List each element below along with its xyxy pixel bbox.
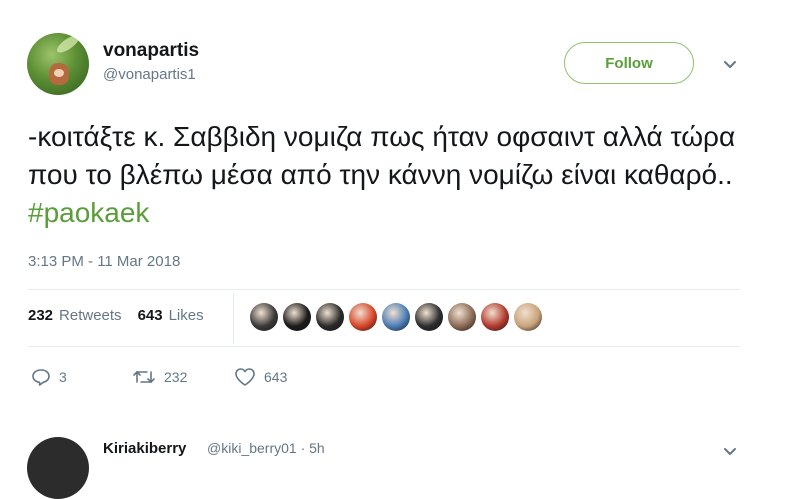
avatar-leaf bbox=[54, 33, 82, 56]
hashtag-link[interactable]: #paokaek bbox=[28, 197, 149, 228]
likes-label[interactable]: Likes bbox=[169, 307, 204, 324]
tweet-stats: 232 Retweets 643 Likes bbox=[28, 307, 204, 324]
tweet-timestamp[interactable]: 3:13 PM - 11 Mar 2018 bbox=[28, 253, 180, 270]
reply-action[interactable]: 3 bbox=[31, 366, 67, 388]
next-tweet-handle-time[interactable]: @kiki_berry01 · 5h bbox=[207, 440, 325, 456]
chevron-down-icon[interactable] bbox=[722, 56, 738, 72]
author-display-name[interactable]: vonapartis bbox=[103, 40, 199, 62]
liker-avatar[interactable] bbox=[316, 303, 344, 331]
retweet-count: 232 bbox=[164, 369, 188, 385]
author-handle[interactable]: @vonapartis1 bbox=[103, 66, 196, 83]
tweet-body-text: -κοιτάξτε κ. Σαββιδη νομιζα πως ήταν οφσ… bbox=[28, 121, 736, 190]
next-tweet-display-name[interactable]: Kiriakiberry bbox=[103, 440, 186, 457]
next-tweet-avatar[interactable] bbox=[27, 437, 89, 499]
likes-count[interactable]: 643 bbox=[138, 307, 163, 324]
divider-bottom bbox=[28, 346, 740, 347]
stats-separator bbox=[233, 292, 234, 344]
likers-avatars bbox=[250, 303, 542, 331]
avatar-creature bbox=[49, 63, 69, 85]
tweet-text: -κοιτάξτε κ. Σαββιδη νομιζα πως ήταν οφσ… bbox=[28, 118, 768, 232]
retweets-label[interactable]: Retweets bbox=[59, 307, 122, 324]
reply-icon bbox=[32, 369, 50, 386]
retweet-icon bbox=[133, 371, 155, 383]
heart-icon bbox=[235, 368, 255, 386]
reply-count: 3 bbox=[59, 369, 67, 385]
like-action[interactable]: 643 bbox=[234, 366, 287, 388]
liker-avatar[interactable] bbox=[283, 303, 311, 331]
liker-avatar[interactable] bbox=[415, 303, 443, 331]
liker-avatar[interactable] bbox=[481, 303, 509, 331]
liker-avatar[interactable] bbox=[514, 303, 542, 331]
retweet-action[interactable]: 232 bbox=[132, 366, 187, 388]
author-avatar[interactable] bbox=[27, 33, 89, 95]
liker-avatar[interactable] bbox=[250, 303, 278, 331]
like-count: 643 bbox=[264, 369, 288, 385]
liker-avatar[interactable] bbox=[349, 303, 377, 331]
liker-avatar[interactable] bbox=[382, 303, 410, 331]
liker-avatar[interactable] bbox=[448, 303, 476, 331]
retweets-count[interactable]: 232 bbox=[28, 307, 53, 324]
follow-button[interactable]: Follow bbox=[564, 42, 694, 84]
divider-top bbox=[28, 289, 740, 290]
